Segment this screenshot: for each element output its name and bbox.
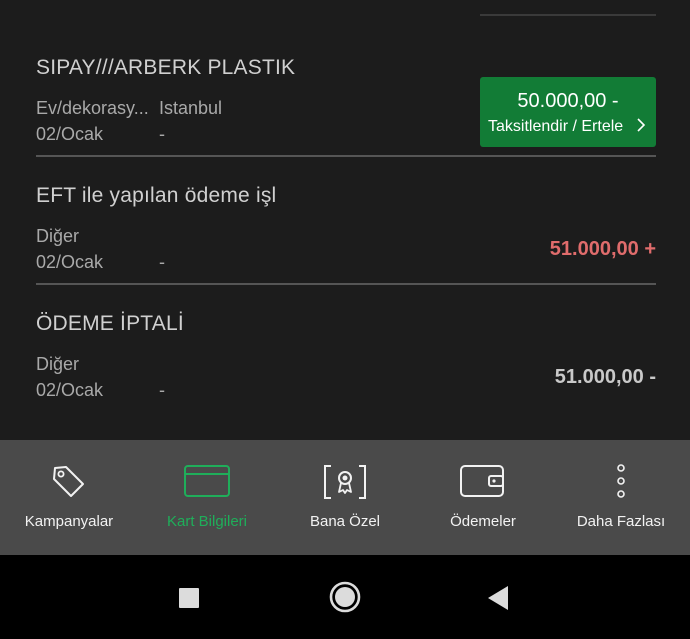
row-divider [36,155,656,157]
transaction-date: 02/Ocak [36,252,104,272]
transaction-extra: - [159,252,165,272]
tab-kampanyalar[interactable]: Kampanyalar [0,440,138,555]
recent-apps-icon[interactable] [178,587,200,609]
tab-kart-bilgileri[interactable]: Kart Bilgileri [138,440,276,555]
transaction-date: 02/Ocak [36,124,104,144]
tab-label: Kampanyalar [24,513,114,530]
tab-label: Bana Özel [309,513,381,530]
top-divider [480,14,656,16]
transaction-category: Diğer [36,226,80,246]
tab-daha-fazlasi[interactable]: Daha Fazlası [552,440,690,555]
transaction-item[interactable]: EFT ile yapılan ödeme işl Diğer 02/Ocak … [36,182,656,286]
card-icon [184,465,230,497]
transaction-item[interactable]: ÖDEME İPTALİ Diğer 02/Ocak - 51.000,00 - [36,310,656,410]
tab-odemeler[interactable]: Ödemeler [414,440,552,555]
tab-label: Daha Fazlası [576,513,666,530]
transaction-location: Istanbul [159,98,223,118]
transaction-extra: - [159,380,165,400]
badge-icon [324,465,366,499]
transaction-item[interactable]: SIPAY///ARBERK PLASTIK Ev/dekorasy... Is… [36,54,656,158]
transaction-category: Ev/dekorasy... [36,98,149,118]
back-icon[interactable] [486,585,510,611]
transaction-title: SIPAY///ARBERK PLASTIK [36,56,296,79]
installment-amount: 50.000,00 - [517,90,619,112]
more-vertical-icon [617,464,625,498]
bottom-tab-bar: Kampanyalar Kart Bilgileri Bana Özel Öde… [0,440,690,555]
row-divider [36,283,656,285]
transaction-date: 02/Ocak [36,380,104,400]
transaction-category: Diğer [36,354,80,374]
chevron-right-icon [637,118,646,132]
installment-label: Taksitlendir / Ertele [488,118,624,135]
transaction-extra: - [159,124,165,144]
transaction-title: ÖDEME İPTALİ [36,312,184,335]
tag-icon [53,466,84,497]
tab-bana-ozel[interactable]: Bana Özel [276,440,414,555]
installment-button[interactable]: 50.000,00 - Taksitlendir / Ertele [480,77,656,147]
transaction-title: EFT ile yapılan ödeme işl [36,184,277,207]
home-icon[interactable] [329,581,361,613]
transaction-amount: 51.000,00 + [549,238,656,260]
tab-label: Kart Bilgileri [166,513,248,530]
system-navigation-bar [0,555,690,639]
tab-label: Ödemeler [450,513,516,530]
transaction-amount: 51.000,00 - [554,366,656,388]
wallet-icon [460,465,504,497]
